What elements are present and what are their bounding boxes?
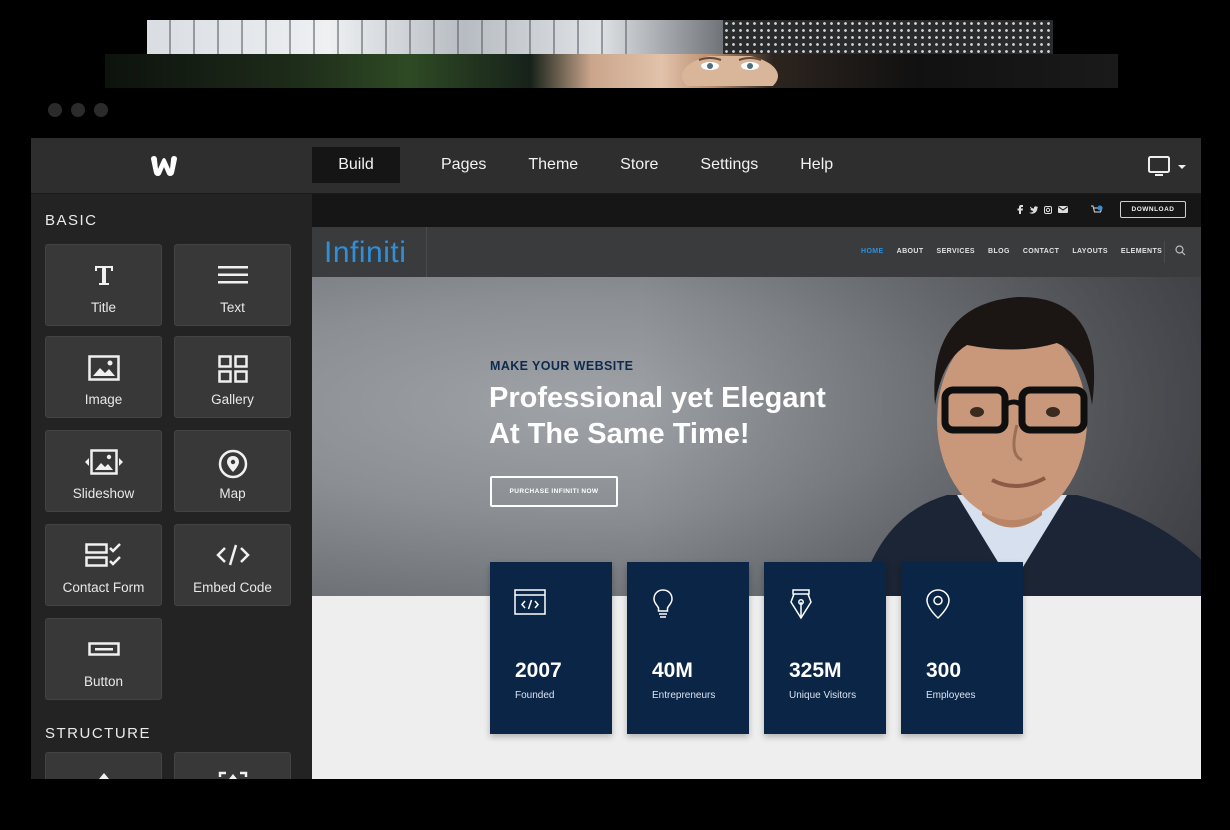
location-pin-icon	[926, 589, 950, 620]
image-icon	[87, 355, 120, 381]
chevron-down-icon	[1178, 165, 1186, 169]
stat-card: 2007 Founded	[490, 562, 612, 734]
element-structure-spacer[interactable]	[174, 752, 291, 779]
site-search[interactable]	[1164, 241, 1192, 263]
stat-caption: Entrepreneurs	[652, 690, 716, 701]
stat-card: 40M Entrepreneurs	[627, 562, 749, 734]
embed-code-icon	[215, 544, 250, 566]
site-menu-contact[interactable]: CONTACT	[1023, 248, 1060, 255]
desktop-view-icon[interactable]	[1147, 155, 1187, 179]
preview-header: Infiniti HOME ABOUT SERVICES BLOG CONTAC…	[312, 227, 1201, 277]
site-menu: HOME ABOUT SERVICES BLOG CONTACT LAYOUTS…	[861, 248, 1162, 255]
cart-icon[interactable]	[1091, 205, 1103, 215]
element-slideshow[interactable]: Slideshow	[45, 430, 162, 512]
button-icon	[87, 642, 120, 656]
lightbulb-icon	[653, 589, 673, 618]
hero-headline-line-2: At The Same Time!	[489, 418, 750, 450]
tab-settings[interactable]: Settings	[679, 147, 779, 183]
tab-store[interactable]: Store	[599, 147, 679, 183]
stat-caption: Founded	[515, 690, 555, 701]
hero-headline: Professional yet Elegant At The Same Tim…	[489, 380, 869, 452]
window-controls	[48, 103, 108, 117]
tab-pages[interactable]: Pages	[420, 147, 507, 183]
hero-section: MAKE YOUR WEBSITE Professional yet Elega…	[312, 277, 1201, 596]
site-preview: DOWNLOAD Infiniti HOME ABOUT SERVICES BL…	[312, 194, 1201, 779]
text-icon	[217, 266, 248, 284]
tab-build[interactable]: Build	[312, 147, 400, 183]
stat-card: 300 Employees	[901, 562, 1023, 734]
site-menu-about[interactable]: ABOUT	[897, 248, 924, 255]
contact-form-icon	[84, 543, 121, 567]
background-face-image	[682, 56, 778, 86]
pen-nib-icon	[790, 589, 812, 620]
element-label: Text	[220, 300, 245, 315]
gallery-icon	[217, 355, 248, 383]
arrow-up-icon	[98, 773, 109, 779]
editor-window: Build Pages Theme Store Settings Help BA…	[31, 138, 1201, 779]
element-embed-code[interactable]: Embed Code	[174, 524, 291, 606]
element-label: Map	[219, 486, 246, 501]
hero-person-image	[859, 296, 1201, 596]
element-contact-form[interactable]: Contact Form	[45, 524, 162, 606]
element-label: Slideshow	[72, 486, 135, 501]
window-dot[interactable]	[71, 103, 85, 117]
background-preview-strip-2	[105, 54, 1118, 88]
element-gallery[interactable]: Gallery	[174, 336, 291, 418]
stat-value: 2007	[515, 659, 562, 682]
site-menu-elements[interactable]: ELEMENTS	[1121, 248, 1162, 255]
facebook-icon[interactable]	[1017, 205, 1023, 214]
stat-value: 40M	[652, 659, 693, 682]
twitter-icon[interactable]	[1029, 205, 1038, 214]
background-architecture	[147, 20, 627, 54]
element-button[interactable]: Button	[45, 618, 162, 700]
tab-help[interactable]: Help	[779, 147, 854, 183]
purchase-button[interactable]: PURCHASE INFINITI NOW	[490, 476, 618, 507]
element-map[interactable]: Map	[174, 430, 291, 512]
background-mesh	[723, 20, 1053, 54]
background-preview-strip	[147, 20, 1053, 54]
element-label: Contact Form	[62, 580, 145, 595]
section-title-basic: BASIC	[45, 212, 98, 229]
hero-headline-line-1: Professional yet Elegant	[489, 382, 826, 414]
weebly-logo-icon[interactable]	[148, 152, 180, 180]
slideshow-icon	[84, 449, 123, 475]
element-label: Image	[84, 392, 123, 407]
main-nav: Build Pages Theme Store Settings Help	[312, 147, 854, 183]
top-toolbar: Build Pages Theme Store Settings Help	[31, 138, 1201, 194]
download-button[interactable]: DOWNLOAD	[1120, 201, 1186, 218]
site-menu-blog[interactable]: BLOG	[988, 248, 1010, 255]
tab-theme[interactable]: Theme	[507, 147, 599, 183]
element-text[interactable]: Text	[174, 244, 291, 326]
site-menu-layouts[interactable]: LAYOUTS	[1072, 248, 1108, 255]
section-title-structure: STRUCTURE	[45, 725, 151, 742]
stat-value: 300	[926, 659, 962, 682]
window-dot[interactable]	[94, 103, 108, 117]
element-label: Embed Code	[193, 580, 272, 595]
mail-icon[interactable]	[1058, 206, 1068, 213]
site-brand-logo[interactable]: Infiniti	[312, 227, 427, 277]
social-links	[1017, 205, 1068, 214]
stat-card: 325M Unique Visitors	[764, 562, 886, 734]
stat-caption: Employees	[926, 690, 976, 701]
preview-topbar: DOWNLOAD	[312, 194, 1201, 227]
spacer-icon	[218, 771, 247, 779]
element-structure-divider[interactable]	[45, 752, 162, 779]
map-pin-icon	[218, 449, 247, 479]
search-icon	[1175, 245, 1186, 256]
hero-eyebrow: MAKE YOUR WEBSITE	[490, 359, 634, 373]
code-window-icon	[514, 589, 546, 615]
element-title[interactable]: Title	[45, 244, 162, 326]
stat-caption: Unique Visitors	[789, 690, 857, 701]
element-label: Button	[83, 674, 124, 689]
site-menu-services[interactable]: SERVICES	[937, 248, 975, 255]
instagram-icon[interactable]	[1044, 205, 1052, 214]
element-image[interactable]: Image	[45, 336, 162, 418]
element-label: Gallery	[211, 392, 254, 407]
element-label: Title	[90, 300, 116, 315]
stat-value: 325M	[789, 659, 842, 682]
elements-sidebar: BASIC Title Text Image Gallery Slideshow…	[31, 194, 312, 779]
window-dot[interactable]	[48, 103, 62, 117]
site-menu-home[interactable]: HOME	[861, 248, 884, 255]
title-icon	[94, 266, 113, 285]
